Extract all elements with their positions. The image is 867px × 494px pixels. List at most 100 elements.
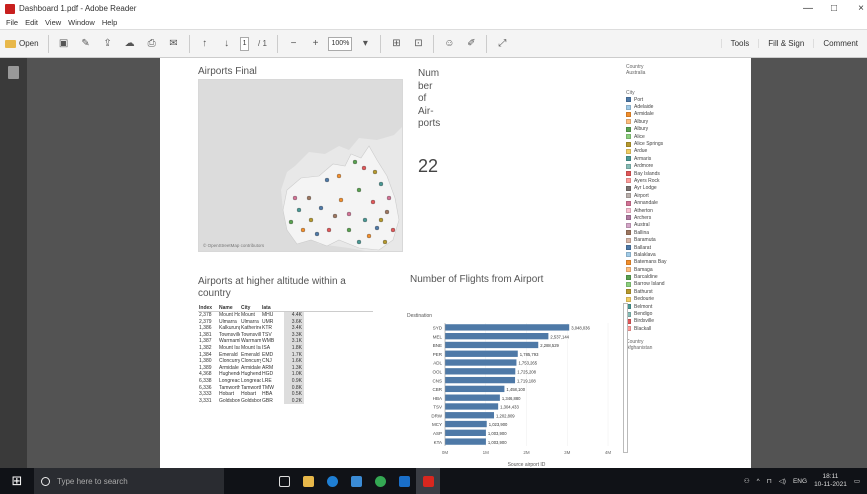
legend-item[interactable]: Baramuta — [626, 236, 746, 243]
legend-item[interactable]: Austral — [626, 222, 746, 229]
bar[interactable] — [445, 438, 486, 445]
table-row[interactable]: 6,338LongreachLongreachLRE0.9K — [198, 377, 373, 385]
table-row[interactable]: 1,389 Armidale Armidale ARM 1.3K — [198, 364, 373, 372]
menu-edit[interactable]: Edit — [25, 18, 38, 27]
header-iata[interactable]: Iata — [261, 304, 284, 311]
create-pdf-icon[interactable]: ▣ — [55, 34, 73, 54]
legend-item[interactable]: Adelaide — [626, 103, 746, 110]
bar[interactable] — [445, 368, 516, 375]
airport-marker[interactable] — [346, 211, 352, 217]
file-explorer-icon[interactable] — [296, 468, 320, 494]
table-row[interactable]: 2,379 Ulmarra Ulmarra UMR 3.6K — [198, 318, 373, 326]
legend-item[interactable]: Ardue — [626, 148, 746, 155]
language-indicator[interactable]: ENG — [793, 478, 807, 485]
bar[interactable] — [445, 403, 499, 410]
table-row[interactable]: 1,387WarrnamboolWarrnamboolWMB3.1K — [198, 338, 373, 345]
airport-marker[interactable] — [292, 195, 298, 201]
bar[interactable] — [445, 412, 495, 419]
network-icon[interactable]: ⊓ — [767, 477, 772, 485]
table-row[interactable]: 1,382 Mount Isa Mount Isa ISA 1.8K — [198, 344, 373, 352]
legend-item[interactable]: Birdsville — [626, 318, 746, 325]
airport-marker[interactable] — [314, 231, 320, 237]
mail-icon[interactable] — [392, 468, 416, 494]
legend-item[interactable]: Archers — [626, 214, 746, 221]
airport-marker[interactable] — [332, 213, 338, 219]
legend-item[interactable]: Ballarat — [626, 244, 746, 251]
bar[interactable] — [445, 420, 487, 428]
airport-marker[interactable] — [306, 195, 312, 201]
read-mode-icon[interactable]: ⊡ — [409, 34, 427, 54]
legend-country-value[interactable]: Australia — [626, 70, 746, 76]
legend-item[interactable]: Albury — [626, 118, 746, 125]
airport-marker[interactable] — [308, 217, 314, 223]
zoom-in-icon[interactable]: + — [306, 34, 324, 54]
header-index[interactable]: Index — [198, 304, 218, 311]
legend-item[interactable]: Ardmore — [626, 163, 746, 170]
legend-item[interactable]: Bay Islands — [626, 170, 746, 177]
bar[interactable] — [445, 333, 549, 340]
legend-item[interactable]: Bendigo — [626, 310, 746, 317]
airport-marker[interactable] — [362, 217, 368, 223]
legend-country2-value[interactable]: Afghanistan — [626, 345, 746, 351]
airport-marker[interactable] — [378, 217, 384, 223]
menu-window[interactable]: Window — [68, 18, 95, 27]
legend-item[interactable]: Barrow Island — [626, 281, 746, 288]
legend-item[interactable]: Bedourie — [626, 296, 746, 303]
airport-marker[interactable] — [318, 205, 324, 211]
expand-icon[interactable]: ⤢ — [493, 34, 511, 54]
email-icon[interactable]: ✉ — [165, 34, 183, 54]
legend-item[interactable]: Alice Springs — [626, 140, 746, 147]
cloud-icon[interactable]: ☁ — [121, 34, 139, 54]
airport-marker[interactable] — [378, 181, 384, 187]
legend-item[interactable]: Annandale — [626, 199, 746, 206]
bar[interactable] — [445, 394, 500, 401]
fill-sign-tab[interactable]: Fill & Sign — [758, 39, 813, 48]
taskbar-search[interactable]: Type here to search — [34, 468, 224, 494]
chevron-up-icon[interactable]: ^ — [757, 478, 760, 485]
airport-marker[interactable] — [384, 209, 390, 215]
table-row[interactable]: 1,386 Kalkurung Katherine KTR 3.4K — [198, 325, 373, 332]
legend-item[interactable]: Batemans Bay — [626, 259, 746, 266]
table-row[interactable]: 4,368HughendenHughendenHGD1.0K — [198, 371, 373, 378]
windows-start-icon[interactable]: ⊞ — [0, 468, 34, 494]
open-button[interactable]: Open — [2, 34, 42, 54]
fit-page-icon[interactable]: ⊞ — [387, 34, 405, 54]
legend-item[interactable]: Armidale — [626, 111, 746, 118]
tools-tab[interactable]: Tools — [720, 39, 759, 48]
airport-marker[interactable] — [338, 197, 344, 203]
legend-item[interactable]: Ayr Lodge — [626, 185, 746, 192]
table-row[interactable]: 2,378 Mount HothamMount MHU 4.4K — [198, 312, 373, 319]
table-row[interactable]: 3,333 Hobart Hobart HBA 0.5K — [198, 391, 373, 398]
table-row[interactable]: 3,331GoldsboroughGoldsboroughGBR0.2K — [198, 397, 373, 405]
legend-item[interactable]: Airport — [626, 192, 746, 199]
bar[interactable] — [445, 341, 539, 349]
airport-marker[interactable] — [366, 233, 372, 239]
table-row[interactable]: 6,336 Tamworth Tamworth TMW 0.8K — [198, 384, 373, 392]
page-number-input[interactable]: 1 — [239, 36, 250, 51]
task-view-icon[interactable] — [272, 468, 296, 494]
legend-item[interactable]: Port — [626, 96, 746, 103]
airport-marker[interactable] — [326, 227, 332, 233]
legend-item[interactable]: Armaris — [626, 155, 746, 162]
legend-item[interactable]: Albury — [626, 126, 746, 133]
airport-marker[interactable] — [386, 195, 392, 201]
people-icon[interactable]: ⚇ — [744, 477, 750, 485]
bar[interactable] — [445, 376, 516, 384]
zoom-select[interactable]: 100% — [328, 36, 353, 51]
store-icon[interactable] — [344, 468, 368, 494]
legend-item[interactable]: Alice — [626, 133, 746, 140]
legend-item[interactable]: Belmont — [626, 303, 746, 310]
volume-icon[interactable]: ◁) — [779, 477, 786, 485]
highlight-icon[interactable]: ✐ — [462, 34, 480, 54]
menu-file[interactable]: File — [6, 18, 18, 27]
header-value[interactable] — [284, 304, 304, 311]
chevron-down-icon[interactable]: ▾ — [356, 34, 374, 54]
filter-scrollbar[interactable] — [623, 303, 628, 453]
airport-marker[interactable] — [370, 199, 376, 205]
airport-marker[interactable] — [296, 207, 302, 213]
airport-marker[interactable] — [346, 227, 352, 233]
bar[interactable] — [445, 350, 518, 357]
share-icon[interactable]: ⇪ — [99, 34, 117, 54]
legend-item[interactable]: Blackall — [626, 325, 746, 332]
bar[interactable] — [445, 324, 570, 331]
